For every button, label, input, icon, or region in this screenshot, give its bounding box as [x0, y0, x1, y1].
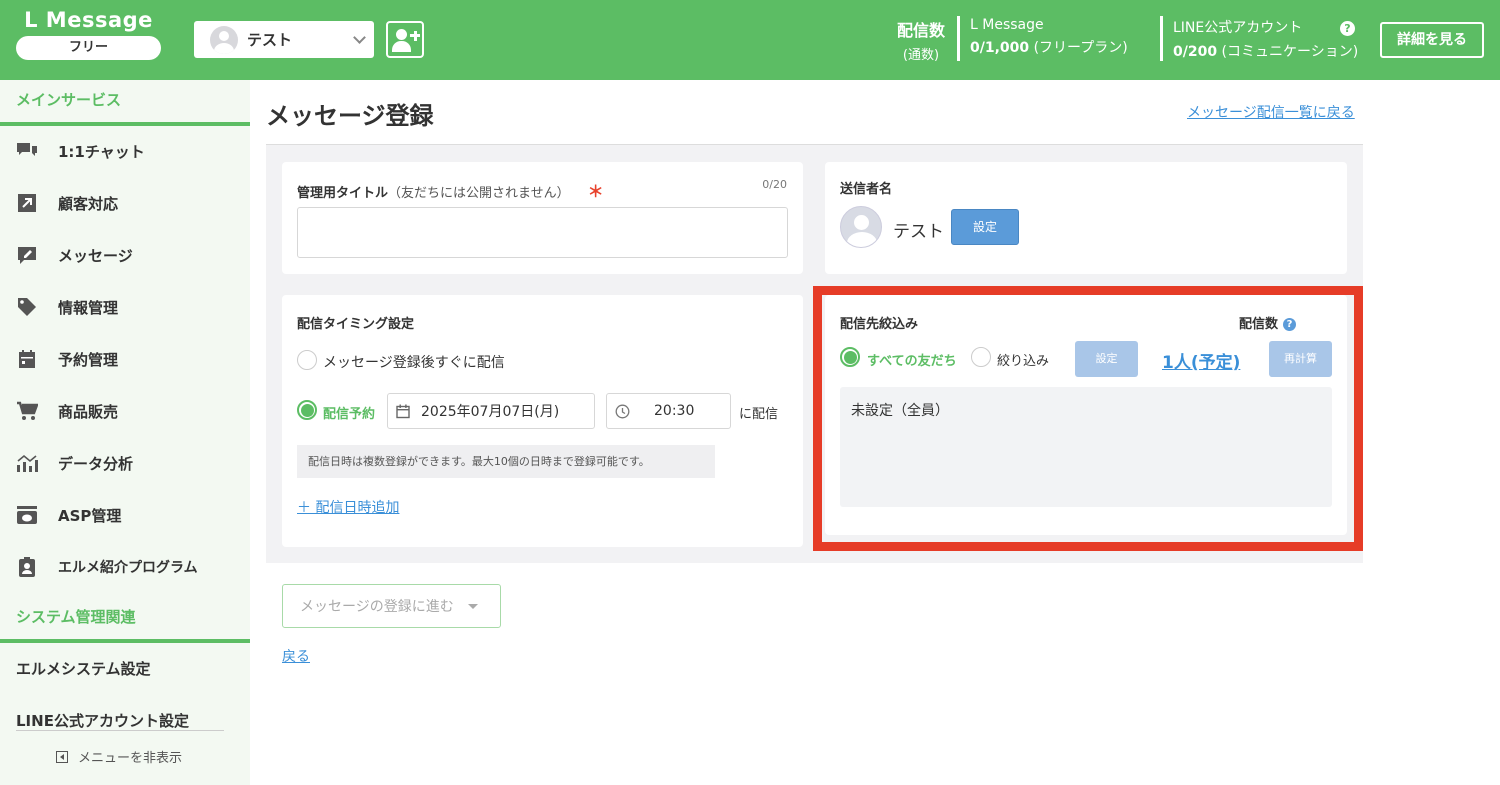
caret-down-icon	[467, 603, 478, 609]
lmessage-plan: (フリープラン)	[1033, 40, 1128, 56]
chat-icon	[16, 140, 38, 162]
immediate-radio[interactable]	[297, 350, 317, 370]
highlight-frame	[813, 286, 1363, 551]
admin-title-input[interactable]	[297, 207, 788, 258]
collapse-icon	[56, 750, 68, 763]
sender-avatar	[840, 206, 882, 248]
sidebar-item-label: ASP管理	[58, 506, 122, 525]
arrow-up-right-icon	[16, 192, 38, 214]
page-title: メッセージ登録	[266, 102, 434, 130]
time-input[interactable]: 20:30	[606, 393, 731, 429]
plan-badge: フリー	[16, 36, 161, 60]
sidebar-section-divider	[0, 639, 250, 643]
sidebar: メインサービス 1:1チャット 顧客対応 メッセージ 情報管理 予約管理 商品販…	[0, 80, 250, 785]
line-count: LINE公式アカウント 0/200 (コミュニケーション)	[1173, 17, 1358, 61]
delivery-timing-card: 配信タイミング設定 メッセージ登録後すぐに配信 配信予約 2025年07月07日…	[282, 295, 803, 547]
cart-icon	[16, 400, 38, 422]
register-icon	[16, 504, 38, 526]
admin-title-label: 管理用タイトル（友だちには公開されません）＊	[297, 182, 604, 201]
sidebar-item-label: データ分析	[58, 454, 134, 473]
sidebar-section-divider	[0, 122, 250, 126]
tag-icon	[16, 296, 38, 318]
sender-card: 送信者名 テスト 設定	[825, 162, 1347, 274]
delivery-count-label: 配信数 (通数)	[893, 17, 949, 63]
sidebar-section-main: メインサービス	[16, 91, 122, 109]
immediate-label: メッセージ登録後すぐに配信	[323, 355, 505, 371]
sidebar-item-system-settings[interactable]: エルメシステム設定	[16, 658, 151, 679]
lmessage-count-title: L Message	[970, 17, 1044, 33]
sidebar-item-asp[interactable]: ASP管理	[0, 493, 250, 537]
sidebar-item-referral[interactable]: エルメ紹介プログラム	[0, 545, 250, 589]
account-avatar	[210, 25, 238, 54]
chevron-down-icon	[353, 30, 366, 44]
date-input[interactable]: 2025年07月07日(月)	[387, 393, 595, 429]
account-name: テスト	[247, 31, 293, 49]
scheduled-radio[interactable]	[297, 400, 317, 420]
sidebar-item-label: 情報管理	[58, 298, 119, 317]
delivery-count-title: 配信数	[896, 21, 945, 40]
sidebar-divider	[16, 730, 224, 731]
sender-set-button[interactable]: 設定	[951, 209, 1019, 245]
chart-icon	[16, 452, 38, 474]
line-count-value: 0/200	[1173, 44, 1218, 60]
back-to-list-link[interactable]: メッセージ配信一覧に戻る	[1187, 102, 1355, 122]
timing-label: 配信タイミング設定	[297, 317, 415, 332]
hide-menu-button[interactable]: メニューを非表示	[56, 747, 182, 766]
sender-name: テスト	[893, 222, 944, 242]
account-selector[interactable]: テスト	[194, 21, 374, 58]
lmessage-count: L Message 0/1,000 (フリープラン)	[970, 17, 1128, 57]
required-mark: ＊	[587, 182, 604, 201]
sidebar-item-label: エルメ紹介プログラム	[58, 560, 198, 576]
admin-title-note: （友だちには公開されません）	[388, 186, 570, 201]
top-header: L Message フリー テスト 配信数 (通数) L Message 0/1…	[0, 0, 1500, 80]
header-divider	[1160, 16, 1163, 61]
line-plan: (コミュニケーション)	[1221, 44, 1359, 60]
sidebar-item-label: メッセージ	[58, 246, 133, 265]
sidebar-item-label: 顧客対応	[58, 194, 119, 213]
sidebar-item-message[interactable]: メッセージ	[0, 233, 250, 277]
time-value: 20:30	[654, 403, 695, 419]
proceed-register-button[interactable]: メッセージの登録に進む	[282, 584, 501, 628]
sidebar-item-label: 商品販売	[58, 402, 119, 421]
date-value: 2025年07月07日(月)	[421, 404, 560, 420]
clock-icon	[615, 404, 630, 418]
line-count-title: LINE公式アカウント	[1173, 20, 1303, 36]
add-account-button[interactable]	[386, 21, 424, 58]
delivery-count-unit: (通数)	[902, 48, 940, 63]
scheduled-label: 配信予約	[323, 407, 376, 422]
header-divider	[957, 16, 960, 61]
sidebar-item-sales[interactable]: 商品販売	[0, 389, 250, 433]
sidebar-item-line-settings[interactable]: LINE公式アカウント設定	[16, 710, 189, 731]
sidebar-item-reservation[interactable]: 予約管理	[0, 337, 250, 381]
brand[interactable]: L Message フリー	[16, 8, 161, 60]
brand-logo: L Message	[24, 8, 153, 32]
sender-label: 送信者名	[840, 182, 893, 197]
calendar-icon	[396, 404, 410, 418]
calendar-icon	[16, 348, 38, 370]
hide-menu-label: メニューを非表示	[78, 751, 183, 766]
delivery-suffix: に配信	[739, 407, 779, 422]
edit-message-icon	[16, 244, 38, 266]
sidebar-section-system: システム管理関連	[16, 608, 136, 626]
title-char-counter: 0/20	[762, 178, 787, 191]
lmessage-count-value: 0/1,000	[970, 40, 1030, 56]
sidebar-item-customer[interactable]: 顧客対応	[0, 181, 250, 225]
view-details-button[interactable]: 詳細を見る	[1380, 22, 1484, 58]
proceed-register-label: メッセージの登録に進む	[300, 599, 454, 615]
sidebar-item-chat[interactable]: 1:1チャット	[0, 129, 250, 173]
sidebar-item-info[interactable]: 情報管理	[0, 285, 250, 329]
clipboard-user-icon	[16, 556, 38, 578]
question-icon[interactable]: ?	[1340, 21, 1355, 36]
sidebar-item-analytics[interactable]: データ分析	[0, 441, 250, 485]
add-delivery-time-link[interactable]: ＋ 配信日時追加	[297, 497, 399, 517]
timing-note: 配信日時は複数登録ができます。最大10個の日時まで登録可能です。	[297, 445, 715, 478]
sidebar-item-label: 予約管理	[58, 350, 119, 369]
sidebar-item-label: 1:1チャット	[58, 142, 145, 161]
back-link[interactable]: 戻る	[282, 646, 310, 666]
admin-title-card: 管理用タイトル（友だちには公開されません）＊ 0/20	[282, 162, 803, 274]
